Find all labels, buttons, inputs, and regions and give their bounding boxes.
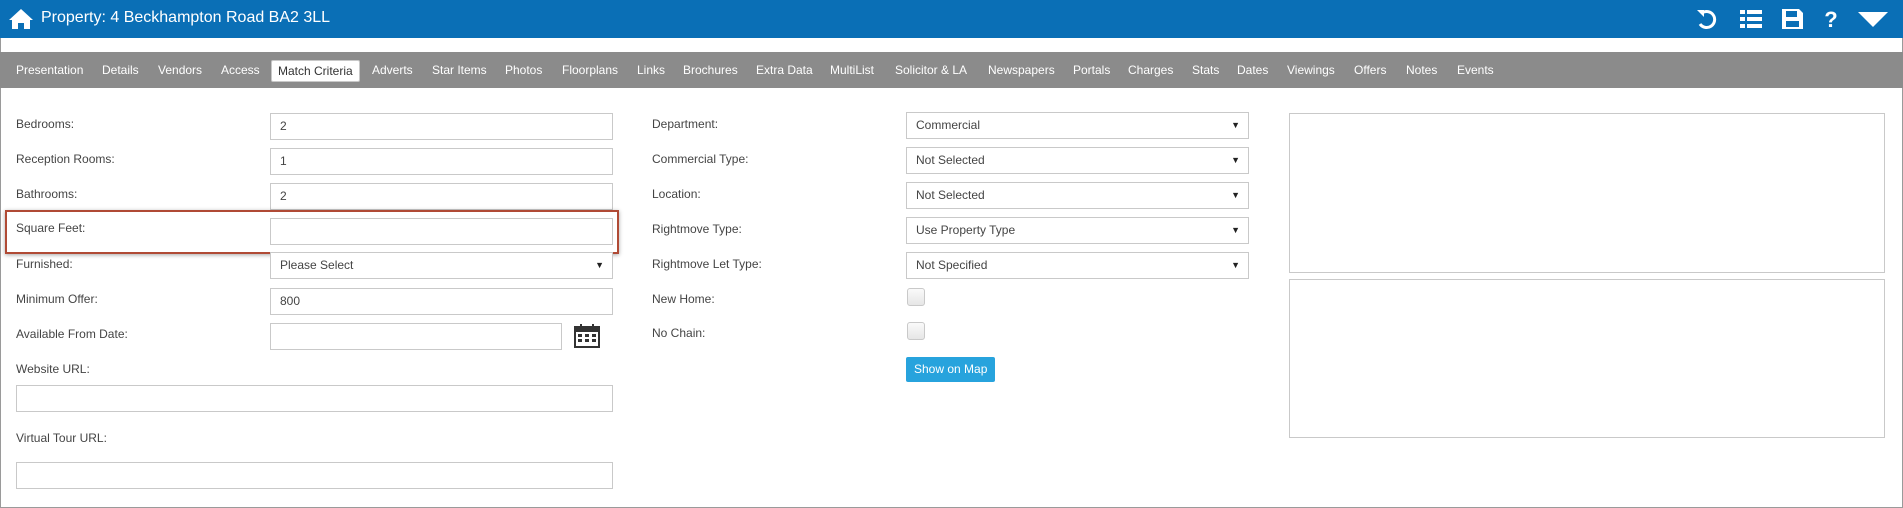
department-select[interactable]: Commercial ▼: [906, 112, 1249, 139]
tab-adverts[interactable]: Adverts: [372, 60, 413, 82]
square-feet-label: Square Feet:: [16, 221, 86, 235]
home-icon[interactable]: [8, 8, 34, 30]
location-select-value: Not Selected: [916, 188, 985, 202]
chevron-down-icon: ▼: [595, 260, 604, 270]
reception-rooms-input[interactable]: 1: [270, 148, 613, 175]
location-select[interactable]: Not Selected ▼: [906, 182, 1249, 209]
bedrooms-label: Bedrooms:: [16, 117, 75, 131]
tab-events[interactable]: Events: [1457, 60, 1494, 82]
available-from-date-input[interactable]: [270, 323, 562, 350]
notes-textarea-top[interactable]: [1289, 113, 1885, 273]
minimum-offer-input[interactable]: 800: [270, 288, 613, 315]
tab-extra-data[interactable]: Extra Data: [756, 60, 813, 82]
tab-multilist[interactable]: MultiList: [830, 60, 874, 82]
website-url-label: Website URL:: [16, 362, 90, 376]
rightmove-type-label: Rightmove Type:: [652, 222, 742, 236]
tab-floorplans[interactable]: Floorplans: [562, 60, 618, 82]
undo-icon[interactable]: [1694, 8, 1720, 30]
no-chain-checkbox[interactable]: [907, 322, 925, 340]
tab-bar: Presentation Details Vendors Access Matc…: [0, 52, 1903, 88]
tab-presentation[interactable]: Presentation: [16, 60, 83, 82]
title-bar: Property: 4 Beckhampton Road BA2 3LL ?: [0, 0, 1903, 38]
furnished-select-value: Please Select: [280, 258, 354, 272]
tab-dates[interactable]: Dates: [1237, 60, 1268, 82]
reception-rooms-label: Reception Rooms:: [16, 152, 115, 166]
tab-notes[interactable]: Notes: [1406, 60, 1437, 82]
chevron-down-icon: ▼: [1231, 155, 1240, 165]
page-title: Property: 4 Beckhampton Road BA2 3LL: [41, 9, 331, 26]
tab-photos[interactable]: Photos: [505, 60, 542, 82]
department-select-value: Commercial: [916, 118, 981, 132]
tab-star-items[interactable]: Star Items: [432, 60, 487, 82]
tab-solicitor-la[interactable]: Solicitor & LA: [895, 60, 967, 82]
help-icon[interactable]: ?: [1818, 8, 1844, 30]
tab-details[interactable]: Details: [102, 60, 139, 82]
commercial-type-select-value: Not Selected: [916, 153, 985, 167]
tab-offers[interactable]: Offers: [1354, 60, 1386, 82]
chevron-down-icon: ▼: [1231, 190, 1240, 200]
new-home-checkbox[interactable]: [907, 288, 925, 306]
bathrooms-input[interactable]: 2: [270, 183, 613, 210]
location-label: Location:: [652, 187, 701, 201]
tab-portals[interactable]: Portals: [1073, 60, 1110, 82]
rightmove-type-select-value: Use Property Type: [916, 223, 1016, 237]
minimum-offer-label: Minimum Offer:: [16, 292, 98, 306]
commercial-type-label: Commercial Type:: [652, 152, 749, 166]
chevron-down-icon: ▼: [1231, 120, 1240, 130]
tab-stats[interactable]: Stats: [1192, 60, 1219, 82]
bedrooms-input[interactable]: 2: [270, 113, 613, 140]
no-chain-label: No Chain:: [652, 326, 706, 340]
list-icon[interactable]: [1738, 8, 1764, 30]
rightmove-type-select[interactable]: Use Property Type ▼: [906, 217, 1249, 244]
dropdown-menu-icon[interactable]: [1856, 8, 1890, 30]
chevron-down-icon: ▼: [1231, 225, 1240, 235]
save-icon[interactable]: [1779, 8, 1805, 30]
tab-viewings[interactable]: Viewings: [1287, 60, 1335, 82]
calendar-icon[interactable]: [574, 324, 600, 348]
rightmove-let-type-label: Rightmove Let Type:: [652, 257, 762, 271]
show-on-map-button[interactable]: Show on Map: [906, 357, 996, 382]
new-home-label: New Home:: [652, 292, 715, 306]
chevron-down-icon: ▼: [1231, 260, 1240, 270]
furnished-select[interactable]: Please Select ▼: [270, 252, 613, 279]
rightmove-let-type-select-value: Not Specified: [916, 258, 988, 272]
tab-match-criteria[interactable]: Match Criteria: [271, 60, 360, 82]
bathrooms-label: Bathrooms:: [16, 187, 78, 201]
tab-charges[interactable]: Charges: [1128, 60, 1173, 82]
tab-access[interactable]: Access: [221, 60, 260, 82]
commercial-type-select[interactable]: Not Selected ▼: [906, 147, 1249, 174]
furnished-label: Furnished:: [16, 257, 73, 271]
virtual-tour-url-input[interactable]: [16, 462, 613, 489]
available-from-date-label: Available From Date:: [16, 327, 128, 341]
rightmove-let-type-select[interactable]: Not Specified ▼: [906, 252, 1249, 279]
department-label: Department:: [652, 117, 719, 131]
square-feet-input[interactable]: [270, 218, 613, 245]
tab-links[interactable]: Links: [637, 60, 665, 82]
tab-vendors[interactable]: Vendors: [158, 60, 202, 82]
svg-text:?: ?: [1824, 8, 1837, 30]
notes-textarea-bottom[interactable]: [1289, 279, 1885, 438]
tab-brochures[interactable]: Brochures: [683, 60, 738, 82]
website-url-input[interactable]: [16, 385, 613, 412]
virtual-tour-url-label: Virtual Tour URL:: [16, 431, 107, 445]
tab-newspapers[interactable]: Newspapers: [988, 60, 1055, 82]
